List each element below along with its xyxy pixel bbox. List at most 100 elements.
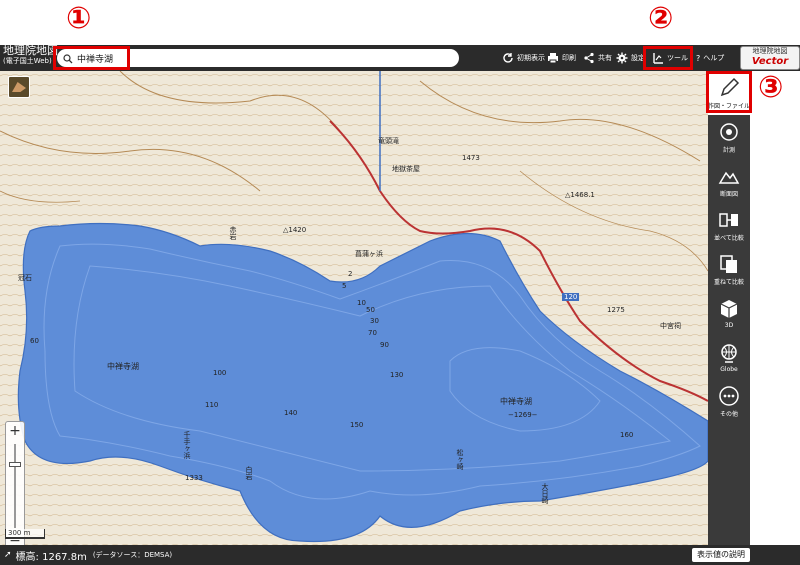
label-depth-110: 110 [205,401,219,409]
label-depth-5: 5 [342,282,347,290]
label-matsugasaki: 松ヶ崎 [456,449,464,470]
label-shobugahama: 菖蒲ヶ浜 [355,250,383,258]
refresh-icon [503,53,513,63]
annotation-1: ① [66,1,92,36]
annotation-3: ③ [758,70,784,105]
label-depth-10: 10 [357,299,366,307]
share-icon [584,52,594,64]
printer-icon [548,53,558,64]
elevation-readout: 標高: 1267.8m [15,551,87,563]
search-input[interactable] [77,51,437,65]
label-lake-east: 中禅寺湖 [500,397,532,406]
label-depth-70: 70 [368,329,377,337]
search-box [57,49,459,67]
zoom-slider-handle[interactable] [9,462,21,467]
sidebar-item-draw-file[interactable]: 作図・ファイル [708,71,750,115]
label-height-1275: 1275 [607,306,625,314]
reset-view-label: 初期表示 [517,54,545,62]
annotation-header: ① ② [0,0,800,45]
label-ryuzu: 竜頭滝 [378,137,399,145]
compare-overlay-icon [720,254,737,273]
right-margin [750,71,800,545]
annotation-2: ② [648,1,674,36]
label-nakamiya: 中宮祠 [660,322,681,330]
label-senjugahama: 千手ヶ浜 [183,431,191,459]
help-icon: ? [696,53,701,63]
label-depth-50: 50 [366,306,375,314]
gear-icon [616,52,628,64]
zoom-track[interactable] [14,444,16,528]
label-depth-150: 150 [350,421,364,429]
label-depth-100: 100 [213,369,227,377]
zoom-in-button[interactable]: + [6,422,24,440]
layers-icon [12,82,26,92]
vector-badge-line1: 地理院地図 [752,47,788,55]
label-height-1333: 1333 [185,474,203,482]
label-depth-90: 90 [380,341,389,349]
tools-button[interactable]: ツール [652,45,688,71]
elevation-source: (データソース：DEMSA) [92,551,173,559]
cube-icon [720,299,738,318]
scale-bar: 300 m [5,529,45,539]
layer-select-button[interactable] [8,76,30,98]
sidebar-item-3d[interactable]: 3D [708,291,750,335]
sidebar-item-compare-overlay[interactable]: 重ねて比較 [708,247,750,291]
app-window: 地理院地図 (電子国土Web) 初期表示 印刷 共有 設定 ツール [0,45,800,565]
label-depth-160: 160 [620,431,634,439]
tools-label: ツール [667,54,688,62]
label-jizo: 地獄茶屋 [392,165,420,173]
measure-icon [720,122,738,141]
label-depth-2: 2 [348,270,353,278]
brand-logo[interactable]: 地理院地図 (電子国土Web) [0,45,58,71]
sidebar-label-compare-overlay: 重ねて比較 [713,278,744,286]
tools-icon [653,53,663,64]
sidebar-label-draw-file: 作図・ファイル [708,102,751,110]
status-bar: ➚ 標高: 1267.8m (データソース：DEMSA) 表示値の説明 [0,545,800,565]
tool-sidebar: 作図・ファイル 計測 断面図 並べて比較 重ねて比較 3D Globe その他 [708,71,750,545]
sidebar-item-measure[interactable]: 計測 [708,115,750,159]
label-depth-30: 30 [370,317,379,325]
label-lake-elevation: −1269− [508,411,538,419]
label-shiraiwa: 白岩 [245,466,253,480]
help-button[interactable]: ? ヘルプ [696,45,724,71]
legend-explain-button[interactable]: 表示値の説明 [692,548,750,562]
label-height-1468: △1468.1 [565,191,595,199]
share-label: 共有 [598,54,612,62]
settings-button[interactable]: 設定 [616,45,645,71]
app-header: 地理院地図 (電子国土Web) 初期表示 印刷 共有 設定 ツール [0,45,800,71]
sidebar-item-more[interactable]: その他 [708,379,750,423]
sidebar-label-globe: Globe [720,365,738,373]
brand-title: 地理院地図 [3,45,58,57]
reset-view-button[interactable]: 初期表示 [502,45,545,71]
map-canvas[interactable]: 中禅寺湖 中禅寺湖 −1269− 竜頭滝 地獄茶屋 菖蒲ヶ浜 赤岩 冠石 △14… [0,71,708,545]
more-icon [719,385,739,406]
share-button[interactable]: 共有 [583,45,612,71]
sidebar-label-profile: 断面図 [719,190,738,198]
sidebar-label-compare-side: 並べて比較 [714,234,744,242]
label-depth-60: 60 [30,337,39,345]
label-akaiwa: 赤岩 [229,226,237,240]
label-kanseki: 冠石 [18,274,32,282]
brand-subtitle: (電子国土Web) [3,57,52,65]
profile-icon [718,171,740,184]
pencil-icon [720,77,740,96]
topographic-map [0,71,708,545]
zoom-control: + − [5,421,25,545]
print-button[interactable]: 印刷 [547,45,576,71]
print-label: 印刷 [562,54,576,62]
sidebar-item-profile[interactable]: 断面図 [708,159,750,203]
help-label: ヘルプ [703,54,725,62]
sidebar-label-measure: 計測 [722,146,735,154]
search-icon [63,49,73,68]
label-height-1473: 1473 [462,154,480,162]
sidebar-item-compare-side[interactable]: 並べて比較 [708,203,750,247]
label-depth-130: 130 [390,371,404,379]
settings-label: 設定 [631,54,645,62]
label-depth-140: 140 [284,409,298,417]
vector-map-badge[interactable]: 地理院地図 Vector [740,46,800,70]
compare-side-icon [719,212,738,227]
sidebar-item-globe[interactable]: Globe [708,335,750,379]
sidebar-label-3d: 3D [724,321,734,329]
label-height-1420: △1420 [283,226,307,234]
vector-badge-line2: Vector [751,56,789,67]
